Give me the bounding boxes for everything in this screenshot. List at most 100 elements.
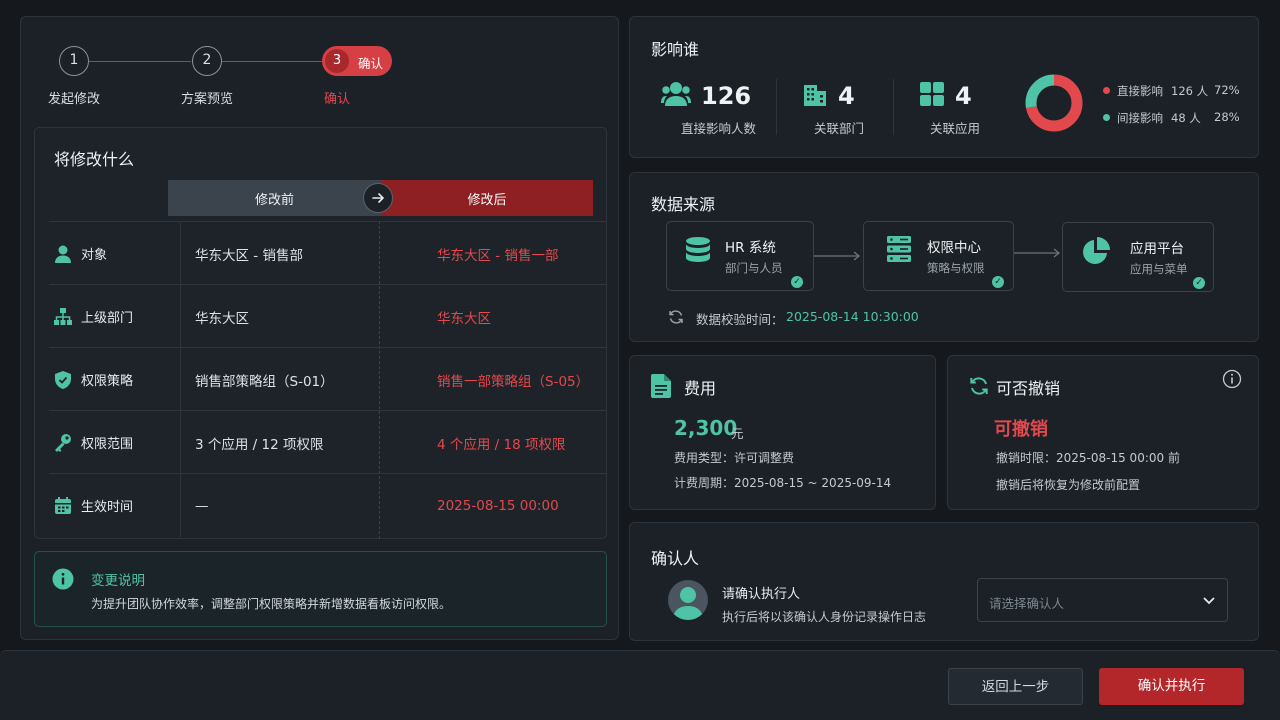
check-icon: ✓ (1193, 277, 1205, 289)
info-outline-icon[interactable] (1222, 369, 1242, 389)
step-label: 发起修改 (48, 92, 101, 107)
calendar-icon (55, 496, 71, 514)
dept-count-label: 关联部门 (814, 121, 865, 136)
before-header: 修改前 (168, 180, 381, 216)
app-count-label: 关联应用 (930, 121, 981, 136)
confirmer-prompt: 请确认执行人 (722, 587, 801, 602)
source-subtitle: 策略与权限 (927, 261, 985, 275)
cost-type: 费用类型：许可调整费 (674, 451, 795, 465)
confirm-execute-button[interactable]: 确认并执行 (1099, 668, 1244, 705)
legend-dot (1103, 87, 1110, 94)
source-hr[interactable]: HR 系统 部门与人员 ✓ (666, 221, 814, 291)
step-connector (89, 61, 191, 62)
row-label: 对象 (49, 222, 181, 285)
verify-time: 2025-08-14 10:30:00 (786, 309, 919, 324)
confirmer-panel: 确认人 请确认执行人 执行后将以该确认人身份记录操作日志 请选择确认人 (629, 522, 1259, 641)
after-value: 华东大区 (437, 310, 491, 327)
table-row: 权限范围 3 个应用 / 12 项权限 4 个应用 / 18 项权限 (49, 410, 607, 474)
step-number: 1 (59, 46, 89, 76)
confirmer-select[interactable]: 请选择确认人 (977, 578, 1228, 622)
step-connector (222, 61, 322, 62)
dept-count: 4 (838, 82, 855, 110)
apps-grid-icon (920, 82, 944, 106)
back-button[interactable]: 返回上一步 (948, 668, 1083, 705)
note-title: 变更说明 (91, 573, 145, 589)
arrow-right-icon (363, 183, 393, 213)
step-number: 3 (325, 49, 349, 73)
refresh-icon (669, 310, 683, 324)
verify-label: 数据校验时间： (696, 312, 784, 327)
step-label: 方案预览 (181, 92, 234, 107)
source-subtitle: 部门与人员 (725, 261, 783, 275)
direct-count-label: 直接影响人数 (681, 121, 757, 136)
before-header-label: 修改前 (254, 192, 294, 208)
before-value: 3 个应用 / 12 项权限 (195, 436, 324, 453)
row-label-text: 生效时间 (81, 500, 134, 515)
changes-card: 将修改什么 修改前 修改后 对象 华东大区 - 销售部 华东大区 - 销售一部 … (34, 127, 607, 539)
revoke-deadline: 撤销时限：2025-08-15 00:00 前 (996, 451, 1180, 465)
flow-arrow (814, 251, 861, 261)
after-header-label: 修改后 (467, 192, 507, 208)
revoke-title: 可否撤销 (996, 379, 1061, 398)
sources-panel: 数据来源 HR 系统 部门与人员 ✓ 权限中心 策略与权限 ✓ 应用平台 应用与… (629, 172, 1259, 342)
pie-icon (1083, 237, 1110, 264)
table-row: 生效时间 — 2025-08-15 00:00 (49, 473, 607, 537)
note-text: 为提升团队协作效率，调整部门权限策略并新增数据看板访问权限。 (91, 597, 452, 611)
step-1[interactable]: 1 (59, 46, 89, 76)
legend-pct: 72% (1214, 83, 1240, 97)
divider (776, 79, 777, 135)
table-row: 权限策略 销售部策略组（S-01） 销售一部策略组（S-05） (49, 347, 607, 411)
cost-panel: 费用 2,300 元 费用类型：许可调整费 计费周期：2025-08-15 ~ … (629, 355, 936, 510)
row-label-text: 权限策略 (81, 374, 134, 389)
avatar (668, 580, 708, 620)
after-value: 销售一部策略组（S-05） (437, 373, 590, 390)
check-icon: ✓ (992, 276, 1004, 288)
confirmer-hint: 执行后将以该确认人身份记录操作日志 (722, 610, 927, 624)
change-note: 变更说明 为提升团队协作效率，调整部门权限策略并新增数据看板访问权限。 (34, 551, 607, 627)
legend-indirect: 间接影响 48 人 28% (1103, 110, 1240, 126)
revoke-status: 可撤销 (994, 419, 1048, 440)
legend-count: 126 人 (1171, 84, 1209, 98)
sources-title: 数据来源 (651, 195, 716, 214)
server-icon (887, 236, 911, 262)
key-icon (55, 433, 71, 452)
users-icon (661, 82, 691, 106)
person-icon (55, 245, 71, 263)
confirmer-title: 确认人 (651, 549, 700, 568)
row-label: 权限范围 (49, 411, 181, 474)
before-value: — (195, 497, 209, 514)
org-chart-icon (54, 307, 72, 325)
impact-panel: 影响谁 126 直接影响人数 4 关联部门 4 关联应用 直接影响 126 人 … (629, 16, 1259, 158)
after-value: 4 个应用 / 18 项权限 (437, 436, 566, 453)
left-panel: 1 发起修改 2 方案预览 3 确认 确认 将修改什么 修改前 修改后 对象 华… (20, 16, 619, 640)
source-permission-center[interactable]: 权限中心 策略与权限 ✓ (863, 221, 1014, 291)
table-row: 对象 华东大区 - 销售部 华东大区 - 销售一部 (49, 221, 607, 285)
impact-title: 影响谁 (651, 40, 700, 59)
legend-direct: 直接影响 126 人 72% (1103, 83, 1240, 99)
row-label-text: 权限范围 (81, 437, 134, 452)
legend-name: 直接影响 (1117, 84, 1163, 98)
source-title: 权限中心 (927, 240, 981, 256)
chevron-down-icon (1203, 597, 1215, 605)
footer-bar: 返回上一步 确认并执行 (0, 650, 1280, 720)
legend-pct: 28% (1214, 110, 1240, 124)
refresh-icon (970, 377, 988, 395)
source-title: 应用平台 (1130, 241, 1184, 257)
row-label: 上级部门 (49, 285, 181, 348)
source-subtitle: 应用与菜单 (1130, 262, 1188, 276)
after-value: 2025-08-15 00:00 (437, 497, 559, 514)
cost-amount: 2,300 (674, 416, 738, 440)
cost-unit: 元 (731, 426, 744, 441)
row-label-text: 上级部门 (81, 311, 134, 326)
row-label: 权限策略 (49, 348, 181, 411)
step-3-active[interactable]: 3 确认 (322, 46, 392, 76)
row-label-text: 对象 (81, 248, 108, 263)
table-row: 上级部门 华东大区 华东大区 (49, 284, 607, 348)
step-number: 2 (192, 46, 222, 76)
step-2[interactable]: 2 (192, 46, 222, 76)
after-value: 华东大区 - 销售一部 (437, 247, 559, 264)
source-app-platform[interactable]: 应用平台 应用与菜单 ✓ (1062, 222, 1214, 292)
divider (893, 79, 894, 135)
step-active-text: 确认 (358, 56, 384, 71)
row-label: 生效时间 (49, 474, 181, 537)
